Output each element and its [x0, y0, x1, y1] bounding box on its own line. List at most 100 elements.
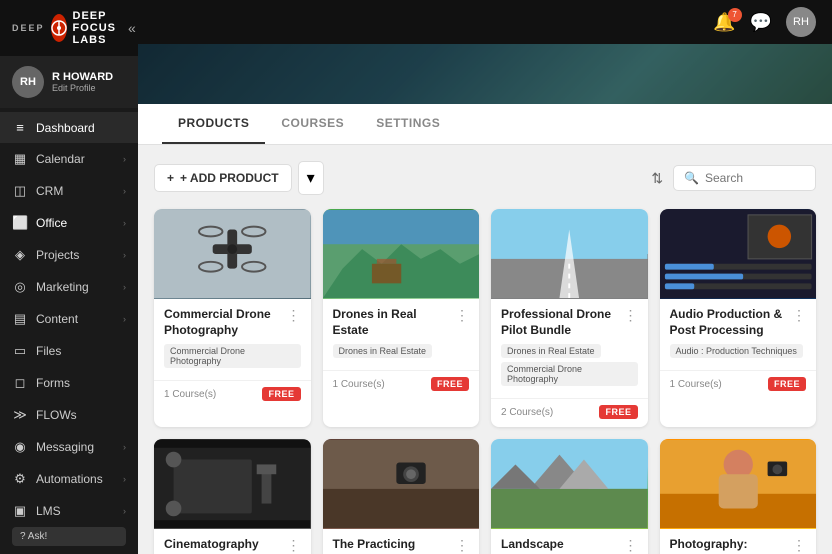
- product-menu-button[interactable]: ⋮: [620, 307, 638, 324]
- product-header: Audio Production & Post Processing ⋮: [670, 307, 807, 338]
- sidebar-header: DEEP DEEP FOCUS LABS « +: [0, 0, 138, 56]
- toolbar-right: ⇅ 🔍: [651, 165, 816, 191]
- sidebar-item-forms[interactable]: ◻ Forms: [0, 367, 138, 399]
- chevron-icon: ›: [123, 154, 126, 164]
- automations-icon: ⚙: [12, 471, 28, 487]
- chevron-down-icon: ▾: [307, 170, 315, 187]
- product-menu-button[interactable]: ⋮: [283, 307, 301, 324]
- product-tag: Audio : Production Techniques: [670, 344, 803, 358]
- ask-button[interactable]: ? Ask!: [12, 527, 126, 546]
- product-tag: Drones in Real Estate: [501, 344, 601, 358]
- edit-profile-link[interactable]: Edit Profile: [52, 83, 126, 93]
- messages-button[interactable]: 💬: [750, 12, 772, 33]
- user-name: R HOWARD: [52, 71, 126, 83]
- product-title: Landscape Photography: Basics: [501, 537, 620, 554]
- product-title: Photography: Beginner Series: [670, 537, 789, 554]
- product-menu-button[interactable]: ⋮: [451, 537, 469, 554]
- product-tags: Drones in Real EstateCommercial Drone Ph…: [501, 344, 638, 386]
- sidebar-item-lms[interactable]: ▣ LMS ›: [0, 495, 138, 519]
- notifications-button[interactable]: 🔔 7: [713, 12, 735, 33]
- sidebar-label-crm: CRM: [36, 184, 63, 198]
- ask-label: ? Ask!: [20, 531, 47, 542]
- product-header: The Practicing Photographer ⋮: [333, 537, 470, 554]
- tab-settings[interactable]: SETTINGS: [360, 104, 456, 144]
- user-info: R HOWARD Edit Profile: [52, 71, 126, 93]
- sidebar-label-automations: Automations: [36, 472, 103, 486]
- notification-badge: 7: [728, 8, 742, 22]
- product-thumbnail: [154, 209, 311, 299]
- search-input[interactable]: [705, 171, 805, 185]
- chat-icon: 💬: [750, 12, 772, 32]
- sidebar-label-calendar: Calendar: [36, 152, 85, 166]
- product-body: Landscape Photography: Basics ⋮ Landscap…: [491, 529, 648, 554]
- toolbar: + + ADD PRODUCT ▾ ⇅ 🔍: [154, 161, 816, 195]
- collapse-button[interactable]: «: [128, 20, 136, 36]
- course-count: 1 Course(s): [333, 379, 385, 390]
- product-card-2[interactable]: Drones in Real Estate ⋮ Drones in Real E…: [323, 209, 480, 427]
- product-menu-button[interactable]: ⋮: [451, 307, 469, 324]
- product-tags: Audio : Production Techniques: [670, 344, 807, 358]
- product-title: Audio Production & Post Processing: [670, 307, 789, 338]
- messaging-icon: ◉: [12, 439, 28, 455]
- product-card-1[interactable]: Commercial Drone Photography ⋮ Commercia…: [154, 209, 311, 427]
- office-icon: ⬜: [12, 215, 28, 231]
- sidebar-item-flows[interactable]: ≫ FLOWs: [0, 399, 138, 431]
- product-menu-button[interactable]: ⋮: [788, 537, 806, 554]
- product-menu-button[interactable]: ⋮: [620, 537, 638, 554]
- product-body: Photography: Beginner Series ⋮ Photograp…: [660, 529, 817, 554]
- tabs-row: PRODUCTS COURSES SETTINGS: [138, 104, 832, 144]
- product-footer: 1 Course(s) FREE: [154, 380, 311, 409]
- chevron-icon: ›: [123, 506, 126, 516]
- product-menu-button[interactable]: ⋮: [788, 307, 806, 324]
- product-thumbnail: [154, 439, 311, 529]
- sidebar-item-files[interactable]: ▭ Files: [0, 335, 138, 367]
- dropdown-button[interactable]: ▾: [298, 161, 324, 195]
- sidebar-item-automations[interactable]: ⚙ Automations ›: [0, 463, 138, 495]
- add-product-button[interactable]: + + ADD PRODUCT: [154, 164, 292, 192]
- product-body: Cinematography Bundle ⋮ Cinematography B…: [154, 529, 311, 554]
- free-badge: FREE: [431, 377, 469, 391]
- user-avatar-topbar[interactable]: RH: [786, 7, 816, 37]
- logo-icon: [51, 14, 67, 42]
- crm-icon: ◫: [12, 183, 28, 199]
- product-card-3[interactable]: Professional Drone Pilot Bundle ⋮ Drones…: [491, 209, 648, 427]
- avatar: RH: [12, 66, 44, 98]
- sidebar-label-office: Office: [36, 216, 67, 230]
- product-thumbnail: [491, 439, 648, 529]
- product-header: Professional Drone Pilot Bundle ⋮: [501, 307, 638, 338]
- add-product-label: + ADD PRODUCT: [180, 171, 279, 185]
- files-icon: ▭: [12, 343, 28, 359]
- sidebar-item-calendar[interactable]: ▦ Calendar ›: [0, 143, 138, 175]
- product-header: Drones in Real Estate ⋮: [333, 307, 470, 338]
- product-footer: 2 Course(s) FREE: [491, 398, 648, 427]
- product-tag: Commercial Drone Photography: [164, 344, 301, 368]
- tab-products[interactable]: PRODUCTS: [162, 104, 265, 144]
- course-count: 1 Course(s): [164, 389, 216, 400]
- product-tags: Drones in Real Estate: [333, 344, 470, 358]
- product-header: Cinematography Bundle ⋮: [164, 537, 301, 554]
- tab-courses[interactable]: COURSES: [265, 104, 360, 144]
- sidebar-item-crm[interactable]: ◫ CRM ›: [0, 175, 138, 207]
- product-card-8[interactable]: Photography: Beginner Series ⋮ Photograp…: [660, 439, 817, 554]
- sort-icon[interactable]: ⇅: [651, 170, 663, 187]
- product-card-5[interactable]: Cinematography Bundle ⋮ Cinematography B…: [154, 439, 311, 554]
- product-grid: Commercial Drone Photography ⋮ Commercia…: [154, 209, 816, 554]
- product-thumbnail: [660, 439, 817, 529]
- free-badge: FREE: [262, 387, 300, 401]
- sidebar-item-dashboard[interactable]: ≡ Dashboard: [0, 112, 138, 143]
- product-card-7[interactable]: Landscape Photography: Basics ⋮ Landscap…: [491, 439, 648, 554]
- sidebar-item-messaging[interactable]: ◉ Messaging ›: [0, 431, 138, 463]
- product-menu-button[interactable]: ⋮: [283, 537, 301, 554]
- sidebar-label-projects: Projects: [36, 248, 79, 262]
- sidebar-item-projects[interactable]: ◈ Projects ›: [0, 239, 138, 271]
- nav-items: ≡ Dashboard ▦ Calendar › ◫ CRM › ⬜ Offic…: [0, 108, 138, 519]
- product-body: Drones in Real Estate ⋮ Drones in Real E…: [323, 299, 480, 366]
- sidebar-item-content[interactable]: ▤ Content ›: [0, 303, 138, 335]
- product-body: The Practicing Photographer ⋮ Photograph…: [323, 529, 480, 554]
- sidebar-item-marketing[interactable]: ◎ Marketing ›: [0, 271, 138, 303]
- product-tag: Drones in Real Estate: [333, 344, 433, 358]
- product-card-4[interactable]: Audio Production & Post Processing ⋮ Aud…: [660, 209, 817, 427]
- sidebar-item-office[interactable]: ⬜ Office ›: [0, 207, 138, 239]
- product-card-6[interactable]: The Practicing Photographer ⋮ Photograph…: [323, 439, 480, 554]
- sidebar: DEEP DEEP FOCUS LABS « + RH R HOWARD Edi…: [0, 0, 138, 554]
